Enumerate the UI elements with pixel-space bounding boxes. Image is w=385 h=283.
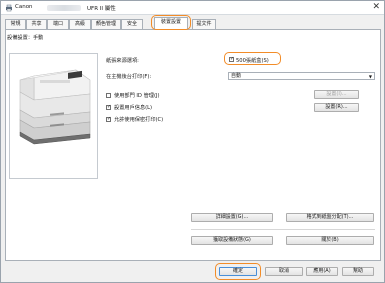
about-button[interactable]: 關於(B) (286, 236, 374, 245)
cancel-button[interactable]: 取消 (265, 267, 303, 276)
tab-color-management[interactable]: 顏色管理 (91, 19, 121, 29)
printer-icon (6, 4, 12, 12)
tab-security[interactable]: 安全 (121, 19, 143, 29)
printer-illustration-frame (9, 53, 98, 179)
window-title-prefix: Canon (15, 4, 33, 10)
tab-advanced[interactable]: 高級 (69, 19, 91, 29)
secure-print-checkbox[interactable] (106, 116, 111, 122)
divider (191, 229, 375, 230)
tab-sharing[interactable]: 共享 (26, 19, 47, 29)
close-icon[interactable]: ✕ (372, 2, 380, 12)
dept-id-label: 使用部門 ID 管理(J) (114, 93, 160, 99)
printer-illustration (19, 69, 91, 145)
tab-general[interactable]: 常規 (5, 19, 26, 29)
redacted-model-name (47, 5, 81, 11)
chevron-down-icon: ▼ (368, 74, 372, 79)
secure-print-label: 允許使用保密打印(C) (114, 117, 164, 123)
paper-drawer-500-checkbox[interactable] (229, 56, 234, 62)
apply-button[interactable]: 應用(A) (306, 267, 338, 276)
detailed-settings-button[interactable]: 詳細設置(G)... (191, 213, 273, 222)
background-print-label: 在主機後台打印(F): (106, 74, 152, 80)
device-settings-mode-label: 設備設置：手動 (7, 35, 44, 41)
dept-id-settings-button[interactable]: 設置(I)... (314, 90, 359, 99)
title-bar: Canon UFR II 屬性 ✕ (1, 1, 384, 15)
paper-drawer-500-label: 500張紙盒(S) (236, 58, 269, 64)
user-info-label: 設置用戶信息(L) (114, 105, 153, 111)
tab-profile[interactable]: 提文件 (192, 19, 216, 29)
dept-id-checkbox[interactable] (106, 93, 111, 98)
help-button[interactable]: 幫助 (342, 267, 374, 276)
get-device-status-button[interactable]: 獲取設備狀態(G) (191, 236, 273, 245)
user-info-checkbox[interactable] (106, 104, 111, 110)
background-print-value: 自動 (231, 73, 242, 79)
printer-properties-window: Canon UFR II 屬性 ✕ 常規 共享 端口 高級 顏色管理 安全 裝置… (0, 0, 385, 283)
tab-ports[interactable]: 端口 (47, 19, 69, 29)
ok-button[interactable]: 確定 (219, 267, 257, 276)
paper-source-label: 紙張來源選項: (106, 58, 139, 64)
window-title-suffix: UFR II 屬性 (87, 6, 116, 12)
background-print-select[interactable]: 自動 ▼ (228, 72, 375, 80)
paper-tray-assignment-button[interactable]: 格式到紙盤分配(T)... (286, 213, 374, 222)
tab-device-settings[interactable]: 裝置設置 (154, 17, 188, 29)
user-info-settings-button[interactable]: 設置(R)... (314, 103, 359, 112)
